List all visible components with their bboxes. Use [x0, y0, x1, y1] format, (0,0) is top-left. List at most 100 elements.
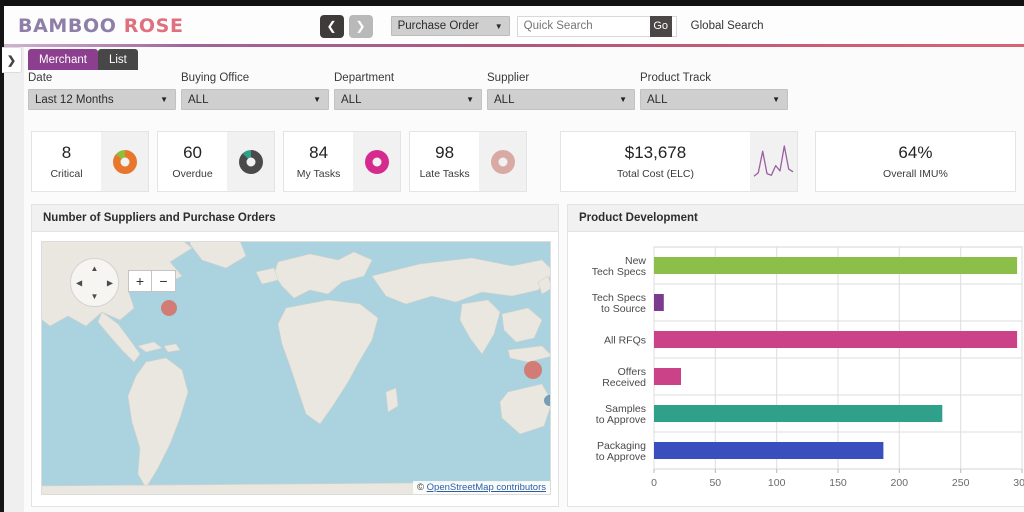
kpi-total-cost-label: Total Cost (ELC) — [616, 168, 694, 180]
chevron-down-icon: ▼ — [160, 95, 168, 104]
kpi-critical-indicator — [101, 132, 149, 191]
svg-text:100: 100 — [768, 477, 786, 489]
kpi-card-overall-imu[interactable]: 64% Overall IMU% — [814, 131, 1017, 192]
view-tabs: Merchant List — [28, 49, 138, 70]
product-development-chart: New Tech Specs Tech Specs to Source All RFQs… — [576, 241, 1024, 495]
chevron-right-icon[interactable]: ❯ — [348, 14, 373, 38]
kpi-critical-main: 8 Critical — [32, 132, 101, 191]
kpi-critical-value: 8 — [61, 143, 72, 162]
filter-product-track-value: ALL — [647, 93, 668, 106]
app-header: BAMBOO ROSE ❮ ❯ Purchase Order ▼ Go Glob… — [4, 6, 1024, 46]
attribution-copyright: © — [417, 482, 427, 493]
filter-buying-office-value: ALL — [188, 93, 209, 106]
kpi-card-late-tasks[interactable]: 98 Late Tasks — [409, 131, 528, 192]
kpi-card-row: 8 Critical 60 Overdue 84 My Tasks 98 Lat… — [31, 131, 1024, 192]
kpi-overdue-value: 60 — [183, 143, 202, 162]
filter-supplier-select[interactable]: ALL ▼ — [487, 89, 635, 110]
svg-text:to Source: to Source — [601, 303, 646, 315]
zoom-out-button[interactable]: − — [152, 270, 176, 292]
map-zoom-controls: + − — [128, 270, 176, 292]
kpi-card-total-cost[interactable]: $13,678 Total Cost (ELC) — [560, 131, 798, 192]
app-screen: BAMBOO ROSE ❮ ❯ Purchase Order ▼ Go Glob… — [0, 0, 1024, 512]
kpi-overall-imu-value: 64% — [898, 143, 933, 162]
donut-chart-icon — [364, 149, 389, 174]
kpi-overdue-main: 60 Overdue — [158, 132, 227, 191]
filter-buying-office: Buying Office ALL ▼ — [181, 72, 333, 110]
map-attribution: © OpenStreetMap contributors — [413, 481, 550, 494]
kpi-card-my-tasks[interactable]: 84 My Tasks — [283, 131, 402, 192]
filter-product-track: Product Track ALL ▼ — [640, 72, 792, 110]
kpi-overall-imu-main: 64% Overall IMU% — [816, 132, 1015, 191]
zoom-in-button[interactable]: + — [128, 270, 152, 292]
tab-merchant[interactable]: Merchant — [28, 49, 98, 70]
filter-supplier-label: Supplier — [487, 72, 530, 84]
product-development-title: Product Development — [568, 205, 1024, 232]
kpi-my-tasks-label: My Tasks — [296, 168, 341, 180]
nav-arrow-group: ❮ ❯ — [319, 14, 373, 38]
chevron-down-icon: ▼ — [466, 95, 474, 104]
kpi-overdue-indicator — [227, 132, 275, 191]
search-go-button[interactable]: Go — [649, 15, 672, 37]
kpi-total-cost-main: $13,678 Total Cost (ELC) — [561, 132, 750, 191]
kpi-late-tasks-label: Late Tasks — [419, 168, 470, 180]
pan-left-icon[interactable]: ◀ — [76, 278, 82, 287]
filter-supplier: Supplier ALL ▼ — [487, 72, 639, 110]
kpi-card-overdue[interactable]: 60 Overdue — [157, 131, 276, 192]
kpi-overdue-label: Overdue — [172, 168, 213, 180]
svg-text:0: 0 — [651, 477, 657, 489]
logo-rose-text: ROSE — [123, 15, 184, 37]
donut-chart-icon — [112, 149, 137, 174]
kpi-overall-imu-label: Overall IMU% — [883, 168, 948, 180]
sidebar-expand-toggle[interactable]: ❯ — [2, 47, 22, 73]
filter-date-label: Date — [28, 72, 53, 84]
filter-buying-office-select[interactable]: ALL ▼ — [181, 89, 329, 110]
chevron-down-icon: ▼ — [313, 95, 321, 104]
product-development-panel: Product Development New Tech Specs Tech Sp… — [567, 204, 1024, 507]
filter-buying-office-label: Buying Office — [181, 72, 250, 84]
filter-date-value: Last 12 Months — [35, 93, 114, 106]
map-marker-suppliers-india[interactable] — [524, 361, 542, 379]
filter-department-value: ALL — [341, 93, 362, 106]
pan-up-icon[interactable]: ▲ — [91, 264, 99, 273]
map-viewport[interactable]: ▲ ▼ ◀ ▶ + − © OpenStreetMap contributors — [41, 241, 551, 495]
filter-bar: Date Last 12 Months ▼ Buying Office ALL … — [28, 72, 798, 110]
pan-down-icon[interactable]: ▼ — [91, 292, 99, 301]
kpi-critical-label: Critical — [50, 168, 83, 180]
donut-chart-icon — [490, 149, 515, 174]
filter-department-select[interactable]: ALL ▼ — [334, 89, 482, 110]
global-search-link[interactable]: Global Search — [691, 20, 764, 32]
svg-text:50: 50 — [709, 477, 721, 489]
map-marker-suppliers-us[interactable] — [161, 300, 177, 316]
map-marker-purchase-orders-south-asia[interactable] — [543, 394, 550, 406]
chevron-down-icon: ▼ — [494, 21, 503, 31]
search-input[interactable] — [517, 16, 650, 36]
suppliers-map-panel: Number of Suppliers and Purchase Orders — [31, 204, 559, 507]
kpi-late-tasks-indicator — [479, 132, 527, 191]
filter-date-select[interactable]: Last 12 Months ▼ — [28, 89, 176, 110]
svg-text:150: 150 — [829, 477, 847, 489]
donut-chart-icon — [238, 149, 263, 174]
entity-type-select[interactable]: Purchase Order ▼ — [390, 16, 510, 36]
svg-text:to Approve: to Approve — [596, 414, 646, 426]
kpi-late-tasks-value: 98 — [435, 143, 455, 162]
logo-bamboo-text: BAMBOO — [18, 15, 117, 37]
svg-text:300: 300 — [1013, 477, 1024, 489]
kpi-late-tasks-main: 98 Late Tasks — [410, 132, 479, 191]
kpi-my-tasks-indicator — [353, 132, 401, 191]
kpi-my-tasks-main: 84 My Tasks — [284, 132, 353, 191]
openstreetmap-link[interactable]: OpenStreetMap contributors — [427, 482, 546, 493]
chevron-left-icon[interactable]: ❮ — [319, 14, 344, 38]
kpi-card-critical[interactable]: 8 Critical — [31, 131, 150, 192]
filter-department-label: Department — [334, 72, 395, 84]
kpi-total-cost-indicator — [749, 132, 797, 191]
svg-text:200: 200 — [891, 477, 909, 489]
quick-search-group: Go — [516, 15, 677, 37]
chevron-down-icon: ▼ — [619, 95, 627, 104]
tab-list[interactable]: List — [97, 49, 138, 70]
pan-right-icon[interactable]: ▶ — [107, 278, 113, 287]
filter-date: Date Last 12 Months ▼ — [28, 72, 180, 110]
filter-product-track-select[interactable]: ALL ▼ — [640, 89, 788, 110]
app-logo[interactable]: BAMBOO ROSE — [18, 15, 184, 37]
left-rail — [4, 47, 24, 512]
pan-control-icon[interactable]: ▲ ▼ ◀ ▶ — [70, 258, 119, 307]
